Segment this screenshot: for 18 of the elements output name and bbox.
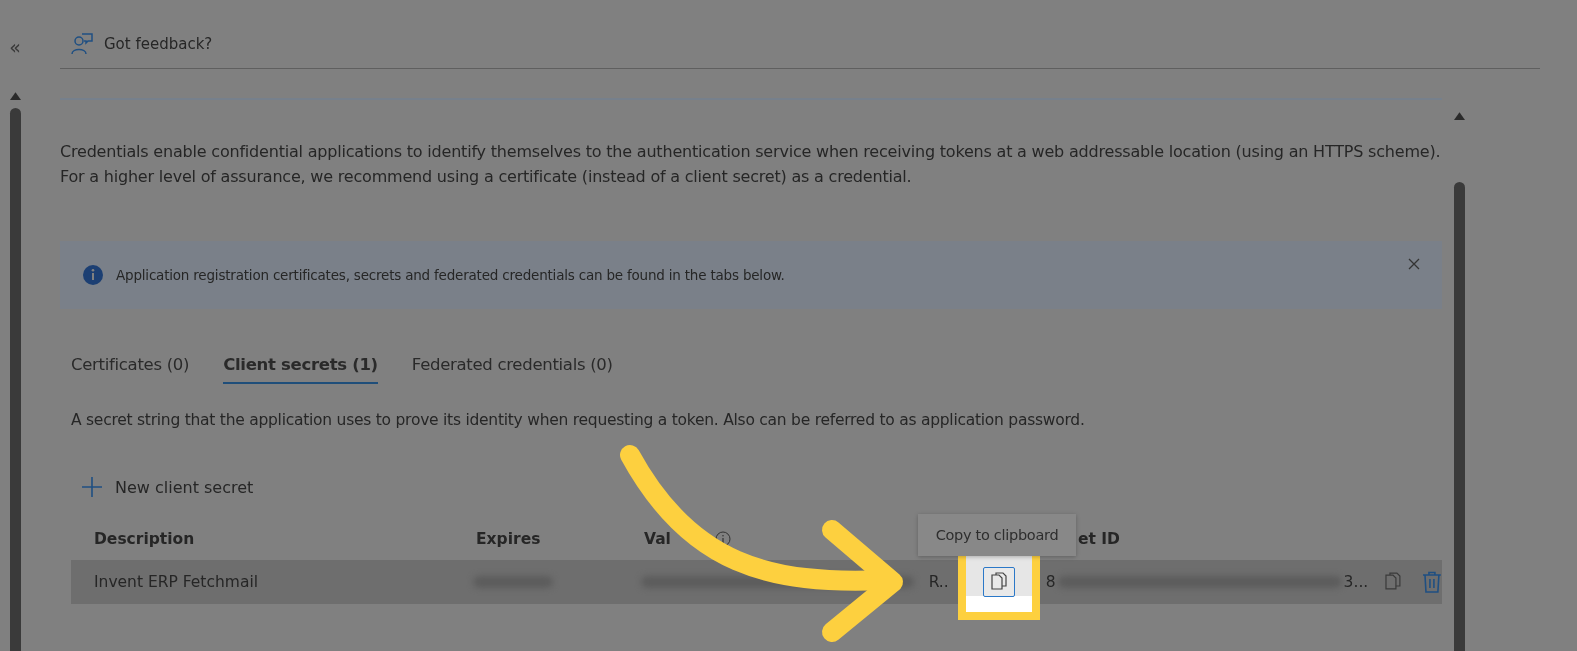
column-header: Val xyxy=(644,530,671,548)
table-cell-text: 8 xyxy=(1045,573,1057,591)
tab[interactable]: Federated credentials (0) xyxy=(411,351,613,384)
description-text: Credentials enable confidential applications to identify themselves to the authentication service when receiving tokens at a web addressable location (using an HTTPS scheme). For a higher level of assurance, we recommend using a certificate (instead of a client secret) as a credential. xyxy=(60,141,1442,188)
feedback-button[interactable]: Got feedback? xyxy=(60,32,213,56)
info-message: Application registration certificates, secrets and federated credentials can be found in the tabs below. xyxy=(116,267,785,283)
tab-description: A secret string that the application uses to prove its identity when requesting a token. Also can be referred to as application password. xyxy=(71,411,1086,429)
new-client-secret-button[interactable]: New client secret xyxy=(81,476,254,498)
collapse-button[interactable]: « xyxy=(9,38,21,57)
tooltip: Copy to clipboard xyxy=(918,514,1076,556)
table-cell-text: Invent ERP Fetchmail xyxy=(94,573,259,591)
tab[interactable]: Client secrets (1) xyxy=(223,351,378,384)
tab[interactable]: Certificates (0) xyxy=(71,351,190,384)
column-header: et ID xyxy=(1078,530,1120,548)
table-cell: 3... xyxy=(1343,573,1369,591)
column-header: Expires xyxy=(476,530,542,548)
column-header: Description xyxy=(94,530,196,548)
table-cell-text: R.. xyxy=(928,573,950,591)
